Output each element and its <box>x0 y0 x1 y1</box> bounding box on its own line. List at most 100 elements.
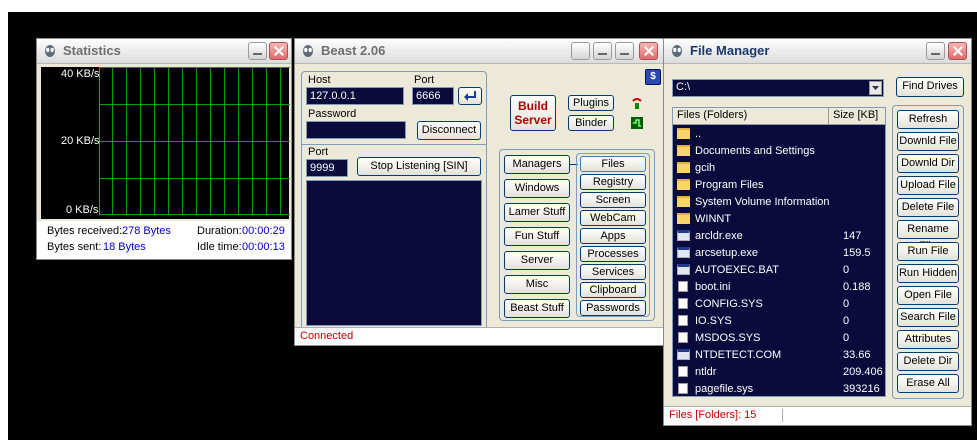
submenu-group: Files Registry Screen WebCam Apps Proces… <box>576 153 650 317</box>
folder-icon <box>677 213 690 224</box>
list-item[interactable]: gcih <box>673 160 885 177</box>
menu-lamer-stuff[interactable]: Lamer Stuff <box>504 203 570 222</box>
connection-status: Connected <box>300 330 354 342</box>
disconnect-button[interactable]: Disconnect <box>417 121 481 140</box>
download-dir-button[interactable]: Downld Dir <box>897 154 959 173</box>
list-item[interactable]: Documents and Settings <box>673 143 885 160</box>
search-file-button[interactable]: Search File <box>897 308 959 327</box>
file-icon <box>678 383 688 394</box>
tray-button[interactable] <box>571 42 590 60</box>
file-icon <box>678 281 688 292</box>
sub-files[interactable]: Files <box>580 156 646 172</box>
log-area <box>306 180 482 326</box>
list-item[interactable]: NTDETECT.COM 33.66 <box>673 347 885 364</box>
list-item[interactable]: System Volume Information <box>673 194 885 211</box>
sub-apps[interactable]: Apps <box>580 228 646 244</box>
delete-file-button[interactable]: Delete File <box>897 198 959 217</box>
chevron-down-icon <box>872 86 879 90</box>
minimize-button[interactable] <box>593 42 612 60</box>
delete-dir-button[interactable]: Delete Dir <box>897 352 959 371</box>
attributes-button[interactable]: Attributes <box>897 330 959 349</box>
menu-misc[interactable]: Misc <box>504 275 570 294</box>
bytes-sent-value: 18 Bytes <box>103 241 146 253</box>
stop-listening-button[interactable]: Stop Listening [SIN] <box>357 157 481 176</box>
binder-button[interactable]: Binder <box>568 115 614 131</box>
bytes-received-value: 278 Bytes <box>122 225 171 237</box>
folder-icon <box>677 145 690 156</box>
close-button[interactable] <box>639 42 658 60</box>
connect-arrow-icon <box>464 91 476 101</box>
list-item[interactable]: arcsetup.exe 159.5 <box>673 245 885 262</box>
y-label-mid: 20 KB/s <box>61 135 100 147</box>
menu-beast-stuff[interactable]: Beast Stuff <box>504 299 570 318</box>
executable-icon <box>677 230 690 241</box>
password-input[interactable] <box>306 121 406 139</box>
list-item[interactable]: IO.SYS 0 <box>673 313 885 330</box>
menu-windows[interactable]: Windows <box>504 179 570 198</box>
col-header-name[interactable]: Files (Folders) <box>673 108 829 124</box>
open-file-button[interactable]: Open File <box>897 286 959 305</box>
sub-processes[interactable]: Processes <box>580 246 646 262</box>
list-item[interactable]: MSDOS.SYS 0 <box>673 330 885 347</box>
list-item[interactable]: CONFIG.SYS 0 <box>673 296 885 313</box>
minimize-button[interactable] <box>248 42 267 60</box>
alien-icon <box>45 45 55 57</box>
close-button[interactable] <box>948 42 967 60</box>
sub-webcam[interactable]: WebCam <box>580 210 646 226</box>
host-input[interactable]: 127.0.0.1 <box>306 87 404 105</box>
list-item[interactable]: pagefile.sys 393216 <box>673 381 885 396</box>
folder-icon <box>677 196 690 207</box>
run-hidden-button[interactable]: Run Hidden <box>897 264 959 283</box>
list-item[interactable]: Program Files <box>673 177 885 194</box>
path-dropdown-button[interactable] <box>869 81 882 95</box>
beast-titlebar[interactable]: Beast 2.06 <box>295 39 664 64</box>
file-rows: .. Documents and Settings gcih Program F… <box>673 126 885 396</box>
find-drives-button[interactable]: Find Drives <box>896 77 964 97</box>
minimize-button[interactable] <box>926 42 945 60</box>
sub-registry[interactable]: Registry <box>580 174 646 190</box>
file-manager-titlebar[interactable]: File Manager <box>664 39 971 64</box>
list-item[interactable]: boot.ini 0.188 <box>673 279 885 296</box>
rename-file-button[interactable]: Rename File <box>897 220 959 252</box>
status-bar: Connected <box>295 327 664 345</box>
statistics-titlebar[interactable]: Statistics <box>37 39 291 64</box>
listen-port-input[interactable]: 9999 <box>306 159 348 177</box>
list-item[interactable]: AUTOEXEC.BAT 0 <box>673 262 885 279</box>
menu-server[interactable]: Server <box>504 251 570 270</box>
sub-screen[interactable]: Screen <box>580 192 646 208</box>
file-icon <box>678 332 688 343</box>
menu-managers[interactable]: Managers <box>504 155 570 174</box>
executable-icon <box>677 247 690 258</box>
connect-button[interactable] <box>458 87 482 105</box>
menu-fun-stuff[interactable]: Fun Stuff <box>504 227 570 246</box>
plugins-button[interactable]: Plugins <box>568 95 614 111</box>
erase-all-button[interactable]: Erase All <box>897 374 959 393</box>
plugin-icon <box>632 98 642 109</box>
duration-label: Duration: <box>197 225 242 237</box>
port-input[interactable]: 6666 <box>412 87 454 105</box>
list-item[interactable]: ntldr 209.406 <box>673 364 885 381</box>
help-icon[interactable]: $ <box>645 69 661 85</box>
sub-clipboard[interactable]: Clipboard <box>580 282 646 298</box>
sub-services[interactable]: Services <box>580 264 646 280</box>
sub-passwords[interactable]: Passwords <box>580 300 646 316</box>
run-file-button[interactable]: Run File <box>897 242 959 261</box>
file-icon <box>678 298 688 309</box>
upload-file-button[interactable]: Upload File <box>897 176 959 195</box>
list-item[interactable]: WINNT <box>673 211 885 228</box>
build-server-button[interactable]: Build Server <box>510 95 556 131</box>
beast-window: Beast 2.06 Host 127.0.0.1 Port 6666 Pass… <box>294 38 665 346</box>
close-button[interactable] <box>269 42 288 60</box>
folder-icon <box>677 162 690 173</box>
file-list[interactable]: Files (Folders) Size [KB] .. Documents a… <box>672 107 886 397</box>
path-select[interactable]: C:\ <box>672 79 884 97</box>
list-item[interactable]: arcldr.exe 147 <box>673 228 885 245</box>
refresh-button[interactable]: Refresh <box>897 110 959 129</box>
col-header-size[interactable]: Size [KB] <box>829 108 885 124</box>
status-divider <box>782 409 783 422</box>
y-label-top: 40 KB/s <box>61 68 100 80</box>
graph-grid <box>99 67 290 215</box>
minimize-alt-button[interactable] <box>615 42 634 60</box>
download-file-button[interactable]: Downld File <box>897 132 959 151</box>
list-item[interactable]: .. <box>673 126 885 143</box>
